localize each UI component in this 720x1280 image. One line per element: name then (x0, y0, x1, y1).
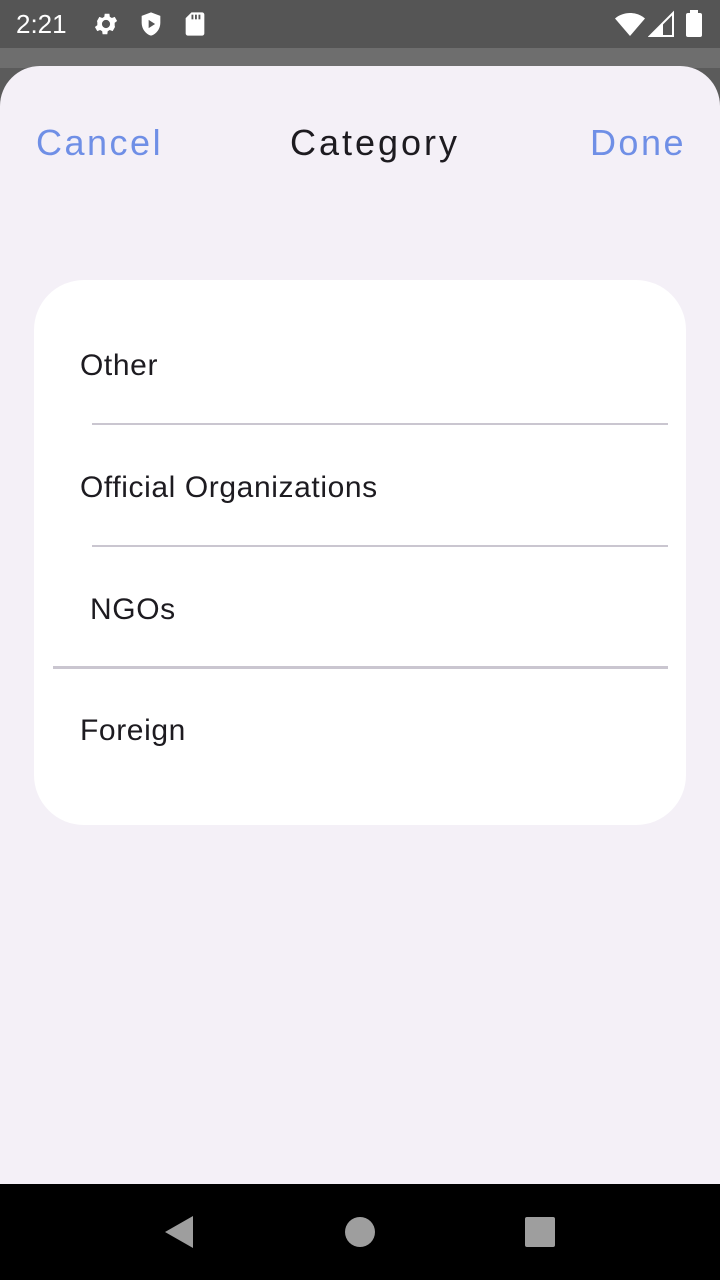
back-icon[interactable] (160, 1212, 200, 1252)
cell-signal-icon (647, 10, 676, 38)
gear-icon (92, 10, 120, 38)
option-label: Foreign (80, 714, 186, 747)
option-label: Official Organizations (80, 471, 378, 504)
modal-scrim (0, 48, 720, 68)
done-button[interactable]: Done (590, 122, 686, 164)
status-time: 2:21 (16, 9, 67, 39)
sheet-header: Cancel Category Done (0, 66, 720, 222)
shield-icon (137, 10, 165, 38)
home-icon[interactable] (340, 1212, 380, 1252)
sd-card-icon (181, 10, 209, 38)
option-official-organizations[interactable]: Official Organizations (34, 432, 686, 553)
category-sheet: Cancel Category Done Other Official Orga… (0, 66, 720, 1184)
option-ngos[interactable]: NGOs (34, 554, 686, 675)
wifi-icon (614, 10, 646, 38)
divider (92, 423, 668, 425)
navigation-bar (0, 1184, 720, 1280)
option-other[interactable]: Other (34, 310, 686, 431)
option-label: Other (80, 349, 159, 382)
option-label: NGOs (90, 593, 176, 626)
option-foreign[interactable]: Foreign (34, 675, 686, 796)
divider (92, 545, 668, 547)
divider (53, 666, 668, 669)
recents-icon[interactable] (520, 1212, 560, 1252)
status-bar: 2:21 (0, 0, 720, 48)
category-list: Other Official Organizations NGOs Foreig… (34, 280, 686, 825)
battery-icon (684, 10, 704, 38)
